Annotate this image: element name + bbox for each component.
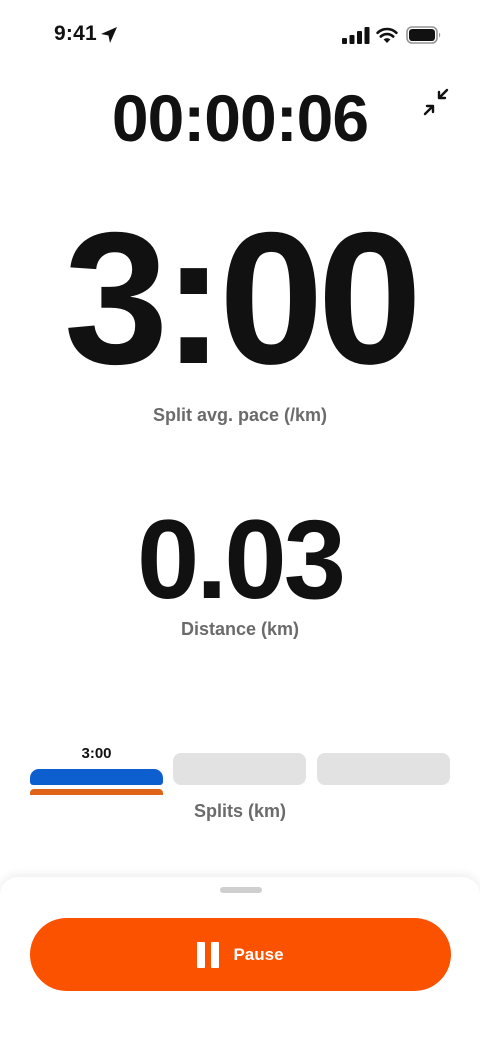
pause-button-label: Pause <box>233 944 284 964</box>
split-bar-placeholder <box>317 753 450 785</box>
status-time: 9:41 <box>54 22 97 45</box>
split-avg-pace-label: Split avg. pace (/km) <box>152 405 328 425</box>
location-arrow-icon <box>101 27 117 43</box>
current-split-bar <box>30 769 163 785</box>
current-split-value: 3:00 <box>81 745 112 762</box>
collapse-arrows-icon <box>423 88 449 116</box>
controls-sheet: Pause <box>0 877 480 1047</box>
elapsed-timer: 00:00:06 <box>111 81 369 155</box>
pause-button[interactable]: Pause <box>30 918 451 991</box>
current-split-underline <box>30 789 163 795</box>
split-avg-pace-value: 3:00 <box>63 193 422 403</box>
status-bar: 9:41 <box>0 0 480 70</box>
sheet-drag-handle[interactable] <box>220 887 262 893</box>
split-bar-placeholder <box>173 753 306 785</box>
battery-full-icon <box>406 26 441 44</box>
cellular-signal-icon <box>342 27 370 44</box>
collapse-view-button[interactable] <box>418 84 454 120</box>
wifi-icon <box>376 27 398 43</box>
distance-label: Distance (km) <box>180 619 300 639</box>
splits-label: Splits (km) <box>193 801 286 821</box>
distance-value: 0.03 <box>137 497 346 622</box>
pause-icon <box>197 941 220 968</box>
